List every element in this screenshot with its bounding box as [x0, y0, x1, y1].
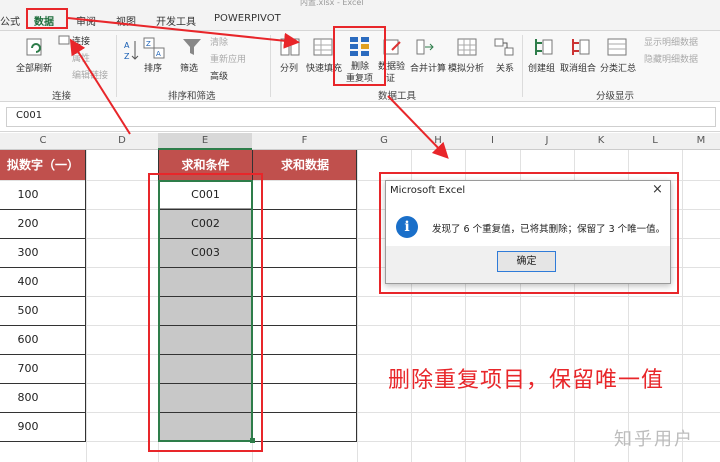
watermark: 知乎用户	[614, 429, 694, 450]
caption-text: 删除重复项目，保留唯一值	[388, 368, 665, 393]
arrow-to-connections	[69, 38, 131, 135]
arrow-to-dialog	[387, 95, 449, 159]
arrow-tab-to-ribbon	[67, 17, 300, 49]
